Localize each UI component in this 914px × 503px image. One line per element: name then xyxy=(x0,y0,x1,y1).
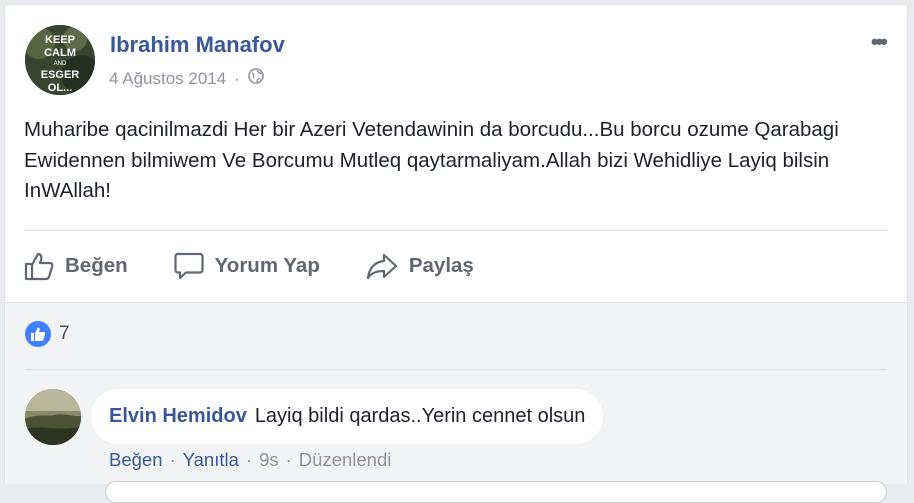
feedback-section: 7 Elvin Hemidov Layiq bildi qardas..Yeri… xyxy=(5,302,907,503)
post-text: Muharibe qacinilmazdi Her bir Azeri Vete… xyxy=(24,118,839,202)
avatar-text-3: AND xyxy=(54,61,67,67)
separator: · xyxy=(285,449,292,470)
reactions-summary[interactable]: 7 xyxy=(25,321,70,347)
comment-reply-link[interactable]: Yanıtla xyxy=(183,449,239,471)
comment-actions: Beğen · Yanıtla · 9s · Düzenlendi xyxy=(109,449,391,471)
reply-input[interactable] xyxy=(105,481,887,503)
thumbs-up-icon xyxy=(24,252,54,281)
avatar-text-2: CALM xyxy=(44,47,76,59)
comment-icon xyxy=(174,252,204,280)
comment-author-name[interactable]: Elvin Hemidov xyxy=(109,405,247,428)
comment-time[interactable]: 9s xyxy=(259,449,279,471)
share-label: Paylaş xyxy=(408,254,474,277)
like-button[interactable]: Beğen xyxy=(23,251,128,281)
like-icon xyxy=(25,321,51,347)
meta-separator: · xyxy=(234,68,240,88)
avatar-text-5: OL... xyxy=(48,82,72,94)
comment-edited[interactable]: Düzenlendi xyxy=(299,449,392,471)
comment-like-link[interactable]: Beğen xyxy=(109,449,163,471)
comment-bubble: Elvin Hemidov Layiq bildi qardas..Yerin … xyxy=(91,389,604,444)
post-actions: Beğen Yorum Yap Paylaş xyxy=(23,241,519,291)
comment-text: Layiq bildi qardas..Yerin cennet olsun xyxy=(254,405,586,427)
author-avatar[interactable]: KEEP CALM AND ESGER OL... xyxy=(25,25,95,95)
like-label: Beğen xyxy=(65,254,128,277)
comment-button[interactable]: Yorum Yap xyxy=(173,251,320,281)
post-card: KEEP CALM AND ESGER OL... Ibrahim Manafo… xyxy=(4,4,908,503)
divider xyxy=(25,230,887,231)
globe-icon[interactable] xyxy=(248,68,264,89)
separator: · xyxy=(169,449,176,470)
more-options-icon[interactable]: ••• xyxy=(871,29,888,55)
comment-label: Yorum Yap xyxy=(214,254,320,277)
post-date[interactable]: 4 Ağustos 2014 xyxy=(109,69,226,89)
separator: · xyxy=(245,449,253,470)
commenter-avatar[interactable] xyxy=(25,389,81,445)
post-author-name[interactable]: Ibrahim Manafov xyxy=(110,32,285,58)
avatar-text-4: ESGER xyxy=(41,69,80,81)
share-button[interactable]: Paylaş xyxy=(365,251,474,281)
divider xyxy=(25,369,887,370)
post-meta: 4 Ağustos 2014 · xyxy=(109,68,264,89)
avatar-text-1: KEEP xyxy=(45,34,75,46)
share-arrow-icon xyxy=(366,253,397,280)
reaction-count: 7 xyxy=(59,323,70,344)
